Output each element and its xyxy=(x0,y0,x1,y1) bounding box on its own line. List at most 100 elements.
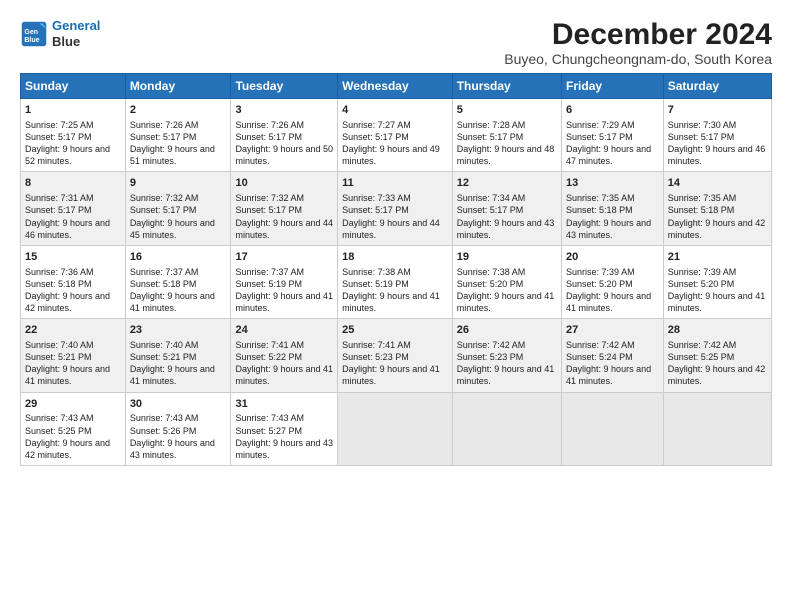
daylight-text: Daylight: 9 hours and 46 minutes. xyxy=(668,144,766,166)
sunset-text: Sunset: 5:18 PM xyxy=(566,205,633,215)
sunset-text: Sunset: 5:23 PM xyxy=(457,352,524,362)
logo-icon: Gen Blue xyxy=(20,20,48,48)
sunset-text: Sunset: 5:25 PM xyxy=(668,352,735,362)
calendar-week-1: 1 Sunrise: 7:25 AM Sunset: 5:17 PM Daylight… xyxy=(21,99,772,172)
sunrise-text: Sunrise: 7:31 AM xyxy=(25,193,94,203)
sunrise-text: Sunrise: 7:37 AM xyxy=(130,267,199,277)
day-number: 8 xyxy=(25,176,121,191)
day-number: 25 xyxy=(342,323,448,338)
sunrise-text: Sunrise: 7:27 AM xyxy=(342,120,411,130)
col-sunday: Sunday xyxy=(21,74,126,99)
sunset-text: Sunset: 5:17 PM xyxy=(342,132,409,142)
daylight-text: Daylight: 9 hours and 41 minutes. xyxy=(342,291,440,313)
sunset-text: Sunset: 5:20 PM xyxy=(566,279,633,289)
daylight-text: Daylight: 9 hours and 41 minutes. xyxy=(457,291,555,313)
calendar-cell: 12Sunrise: 7:34 AMSunset: 5:17 PMDayligh… xyxy=(452,172,561,245)
calendar-cell xyxy=(338,392,453,465)
sunrise-text: Sunrise: 7:25 AM xyxy=(25,120,94,130)
sunset-text: Sunset: 5:27 PM xyxy=(235,426,302,436)
day-number: 4 xyxy=(342,103,448,118)
day-number: 24 xyxy=(235,323,333,338)
day-number: 30 xyxy=(130,397,227,412)
day-number: 14 xyxy=(668,176,767,191)
day-number: 27 xyxy=(566,323,659,338)
sunset-text: Sunset: 5:18 PM xyxy=(25,279,92,289)
sunrise-text: Sunrise: 7:41 AM xyxy=(342,340,411,350)
day-number: 18 xyxy=(342,250,448,265)
sunset-text: Sunset: 5:17 PM xyxy=(457,205,524,215)
daylight-text: Daylight: 9 hours and 41 minutes. xyxy=(566,364,651,386)
sunset-text: Sunset: 5:17 PM xyxy=(235,132,302,142)
calendar-cell xyxy=(452,392,561,465)
calendar-cell: 6Sunrise: 7:29 AMSunset: 5:17 PMDaylight… xyxy=(562,99,664,172)
sunset-text: Sunset: 5:17 PM xyxy=(668,132,735,142)
calendar-cell: 25Sunrise: 7:41 AMSunset: 5:23 PMDayligh… xyxy=(338,319,453,392)
sunrise-text: Sunrise: 7:26 AM xyxy=(235,120,304,130)
sunrise-text: Sunrise: 7:35 AM xyxy=(668,193,737,203)
calendar-cell: 27Sunrise: 7:42 AMSunset: 5:24 PMDayligh… xyxy=(562,319,664,392)
calendar-cell: 18Sunrise: 7:38 AMSunset: 5:19 PMDayligh… xyxy=(338,245,453,318)
logo-line2: Blue xyxy=(52,34,100,50)
sunrise-text: Sunrise: 7:42 AM xyxy=(668,340,737,350)
calendar-table: Sunday Monday Tuesday Wednesday Thursday… xyxy=(20,73,772,466)
day-number: 6 xyxy=(566,103,659,118)
daylight-text: Daylight: 9 hours and 52 minutes. xyxy=(25,144,110,166)
sunset-text: Sunset: 5:26 PM xyxy=(130,426,197,436)
calendar-cell: 26Sunrise: 7:42 AMSunset: 5:23 PMDayligh… xyxy=(452,319,561,392)
day-number: 16 xyxy=(130,250,227,265)
col-monday: Monday xyxy=(125,74,231,99)
calendar-cell: 8Sunrise: 7:31 AMSunset: 5:17 PMDaylight… xyxy=(21,172,126,245)
daylight-text: Daylight: 9 hours and 47 minutes. xyxy=(566,144,651,166)
sunrise-text: Sunrise: 7:39 AM xyxy=(668,267,737,277)
calendar-cell: 7Sunrise: 7:30 AMSunset: 5:17 PMDaylight… xyxy=(663,99,771,172)
calendar-cell xyxy=(562,392,664,465)
calendar-week-5: 29Sunrise: 7:43 AMSunset: 5:25 PMDayligh… xyxy=(21,392,772,465)
col-wednesday: Wednesday xyxy=(338,74,453,99)
sunset-text: Sunset: 5:17 PM xyxy=(342,205,409,215)
sunrise-text: Sunrise: 7:26 AM xyxy=(130,120,199,130)
logo: Gen Blue General Blue xyxy=(20,18,100,49)
sunset-text: Sunset: 5:25 PM xyxy=(25,426,92,436)
title-block: December 2024 Buyeo, Chungcheongnam-do, … xyxy=(504,18,772,67)
daylight-text: Daylight: 9 hours and 44 minutes. xyxy=(342,218,440,240)
sunset-text: Sunset: 5:18 PM xyxy=(130,279,197,289)
sunrise-text: Sunrise: 7:37 AM xyxy=(235,267,304,277)
col-tuesday: Tuesday xyxy=(231,74,338,99)
sunrise-text: Sunrise: 7:36 AM xyxy=(25,267,94,277)
svg-text:Gen: Gen xyxy=(24,29,38,36)
day-number: 19 xyxy=(457,250,557,265)
day-number: 11 xyxy=(342,176,448,191)
daylight-text: Daylight: 9 hours and 41 minutes. xyxy=(566,291,651,313)
col-thursday: Thursday xyxy=(452,74,561,99)
day-number: 20 xyxy=(566,250,659,265)
daylight-text: Daylight: 9 hours and 48 minutes. xyxy=(457,144,555,166)
day-number: 12 xyxy=(457,176,557,191)
day-number: 17 xyxy=(235,250,333,265)
calendar-week-2: 8 Sunrise: 7:31 AM Sunset: 5:17 PM Daylight… xyxy=(21,172,772,245)
day-number: 22 xyxy=(25,323,121,338)
sunset-text: Sunset: 5:17 PM xyxy=(457,132,524,142)
calendar-cell: 31Sunrise: 7:43 AMSunset: 5:27 PMDayligh… xyxy=(231,392,338,465)
daylight-text: Daylight: 9 hours and 42 minutes. xyxy=(25,438,110,460)
sunrise-text: Sunrise: 7:32 AM xyxy=(235,193,304,203)
daylight-text: Daylight: 9 hours and 41 minutes. xyxy=(668,291,766,313)
calendar-cell: 16Sunrise: 7:37 AMSunset: 5:18 PMDayligh… xyxy=(125,245,231,318)
sunset-text: Sunset: 5:17 PM xyxy=(25,205,92,215)
sunrise-text: Sunrise: 7:41 AM xyxy=(235,340,304,350)
sunrise-text: Sunrise: 7:43 AM xyxy=(235,413,304,423)
calendar-cell: 14Sunrise: 7:35 AMSunset: 5:18 PMDayligh… xyxy=(663,172,771,245)
main-title: December 2024 xyxy=(504,18,772,51)
sunset-text: Sunset: 5:20 PM xyxy=(457,279,524,289)
day-number: 23 xyxy=(130,323,227,338)
sunset-text: Sunset: 5:17 PM xyxy=(130,205,197,215)
day-number: 1 xyxy=(25,103,121,118)
daylight-text: Daylight: 9 hours and 42 minutes. xyxy=(25,291,110,313)
calendar-cell: 19Sunrise: 7:38 AMSunset: 5:20 PMDayligh… xyxy=(452,245,561,318)
daylight-text: Daylight: 9 hours and 43 minutes. xyxy=(235,438,333,460)
subtitle: Buyeo, Chungcheongnam-do, South Korea xyxy=(504,51,772,67)
sunset-text: Sunset: 5:22 PM xyxy=(235,352,302,362)
day-number: 21 xyxy=(668,250,767,265)
calendar-cell: 10Sunrise: 7:32 AMSunset: 5:17 PMDayligh… xyxy=(231,172,338,245)
header-row: Sunday Monday Tuesday Wednesday Thursday… xyxy=(21,74,772,99)
logo-line1: General xyxy=(52,18,100,33)
